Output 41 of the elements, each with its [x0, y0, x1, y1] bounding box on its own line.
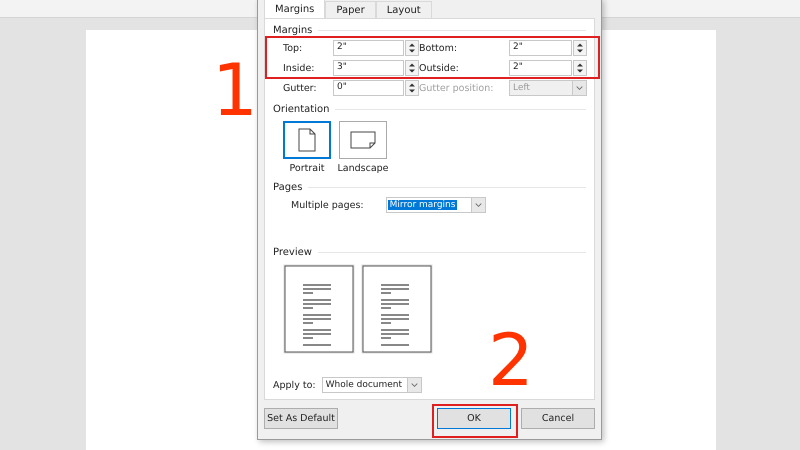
- orientation-label: Landscape: [337, 163, 389, 174]
- caret-icon: [470, 198, 485, 212]
- dialog-tab[interactable]: Margins: [264, 0, 326, 18]
- orientation-button[interactable]: [283, 121, 331, 159]
- orientation-button[interactable]: [339, 121, 387, 159]
- field-label: Bottom:: [419, 42, 458, 54]
- field-label: Multiple pages:: [291, 200, 364, 210]
- set-default-button[interactable]: Set As Default: [264, 408, 338, 429]
- spin-arrows-icon[interactable]: [405, 40, 419, 56]
- spin-arrows-icon[interactable]: [573, 60, 587, 76]
- field-label: Top:: [283, 42, 304, 54]
- number-field[interactable]: 2": [333, 40, 404, 56]
- field-label: Gutter:: [283, 82, 318, 94]
- ok-button[interactable]: OK: [437, 408, 511, 429]
- caret-icon: [406, 378, 421, 392]
- spin-arrows-icon[interactable]: [405, 60, 419, 76]
- section-heading: Margins: [273, 25, 312, 36]
- section-heading: Preview: [273, 247, 312, 258]
- portrait-page-icon: [298, 128, 316, 152]
- number-field[interactable]: 0": [333, 80, 404, 96]
- cancel-button[interactable]: Cancel: [521, 408, 595, 429]
- number-field[interactable]: 2": [509, 40, 572, 56]
- caret-icon: [572, 81, 586, 95]
- dialog-tab[interactable]: Paper: [325, 1, 376, 18]
- step-number: 2: [488, 324, 534, 396]
- spin-arrows-icon[interactable]: [573, 40, 587, 56]
- orientation-label: Portrait: [290, 163, 324, 174]
- step-number: 1: [212, 54, 258, 126]
- field-label: Apply to:: [273, 380, 316, 390]
- field-label: Inside:: [283, 62, 316, 74]
- landscape-page-icon: [350, 131, 376, 149]
- number-field[interactable]: 2": [509, 60, 572, 76]
- field-label: Gutter position:: [419, 82, 494, 94]
- dialog-tab[interactable]: Layout: [376, 1, 432, 18]
- section-heading: Orientation: [273, 104, 330, 115]
- field-label: Outside:: [419, 62, 460, 74]
- dropdown-field[interactable]: Mirror margins: [386, 197, 486, 213]
- dropdown-field[interactable]: Whole document: [322, 377, 422, 393]
- number-field[interactable]: 3": [333, 60, 404, 76]
- spin-arrows-icon[interactable]: [405, 80, 419, 96]
- section-heading: Pages: [273, 182, 302, 193]
